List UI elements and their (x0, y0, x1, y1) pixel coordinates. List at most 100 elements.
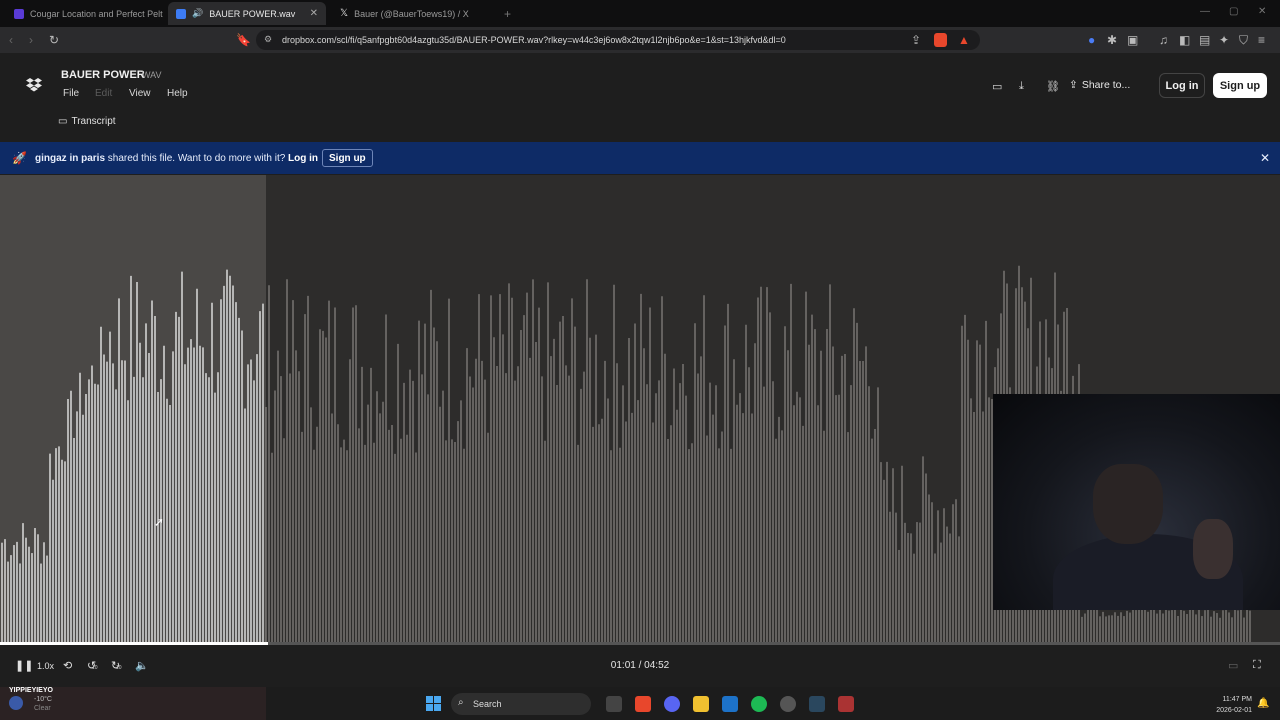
webcam-person-head (1093, 464, 1163, 544)
menu-view[interactable]: View (129, 88, 151, 99)
vpn-icon[interactable]: ⛉ (1239, 32, 1248, 48)
close-window-icon[interactable]: ✕ (1258, 6, 1266, 17)
total-time: 04:52 (644, 660, 670, 671)
playback-speed-button[interactable]: 1.0x (37, 661, 54, 671)
share-label: Share to... (1081, 79, 1131, 91)
extensions-puzzle-icon[interactable]: ✱ (1107, 32, 1117, 48)
clock-date: 2026-02-01 (1216, 707, 1252, 714)
leo-ai-icon[interactable]: ✦ (1219, 32, 1229, 48)
webcam-overlay (993, 394, 1280, 610)
pause-button-icon[interactable]: ❚❚ (15, 659, 33, 672)
menu-icon[interactable]: ≡ (1258, 32, 1265, 48)
shared-file-banner: 🚀 gingaz in paris shared this file. Want… (0, 142, 1280, 174)
back-icon[interactable]: ‹ (9, 32, 13, 48)
comment-icon[interactable]: ▭ (992, 80, 1002, 93)
file-title: BAUER POWER (61, 69, 145, 81)
banner-message: gingaz in paris shared this file. Want t… (35, 153, 285, 164)
tab-title: Bauer (@BauerToews19) / X (354, 8, 469, 19)
volume-icon[interactable]: 🔈 (135, 659, 149, 672)
discord-icon[interactable] (664, 696, 680, 712)
fullscreen-icon[interactable]: ⛶ (1253, 659, 1261, 672)
close-banner-icon[interactable]: ✕ (1260, 151, 1270, 165)
app-icon[interactable] (780, 696, 796, 712)
site-favicon-icon (14, 8, 24, 19)
banner-text: shared this file. Want to do more with i… (105, 153, 286, 164)
brave-browser-icon[interactable] (635, 696, 651, 712)
extension-icon[interactable]: ● (1088, 32, 1095, 48)
playback-time: 01:01 / 04:52 (610, 660, 670, 671)
banner-login-link[interactable]: Log in (285, 149, 321, 167)
tab-title: Cougar Location and Perfect Pelt Hu (30, 8, 164, 19)
dropbox-favicon-icon (176, 8, 186, 19)
transcript-label: Transcript (71, 116, 116, 127)
transcript-button[interactable]: ▭ Transcript (58, 116, 116, 127)
tab-title: BAUER POWER.wav (209, 8, 296, 19)
current-time: 01:01 (610, 660, 636, 671)
copy-link-icon[interactable]: ⛓ (1046, 80, 1060, 93)
share-button[interactable]: ⇪ Share to... (1069, 79, 1130, 91)
taskbar-search-box[interactable]: ⌕ Search (451, 693, 591, 715)
notification-icon[interactable]: 🔔 (1257, 698, 1269, 709)
close-tab-icon[interactable]: ✕ (310, 8, 318, 19)
new-tab-button[interactable]: + (496, 2, 516, 25)
mail-icon[interactable] (722, 696, 738, 712)
weather-temp: -10°C (34, 696, 52, 703)
forward-icon[interactable]: › (29, 32, 33, 48)
task-view-icon[interactable] (606, 696, 622, 712)
share-page-icon[interactable]: ⇪ (911, 32, 921, 48)
rocket-icon: 🚀 (12, 151, 27, 165)
menu-help[interactable]: Help (167, 88, 188, 99)
steam-icon[interactable] (809, 696, 825, 712)
browser-tab-strip: Cougar Location and Perfect Pelt Hu 🔊 BA… (0, 0, 1280, 27)
brave-shields-icon[interactable] (934, 33, 947, 47)
skip-back-seconds: 10 (92, 665, 98, 671)
media-control-icon[interactable]: ♫ (1159, 32, 1168, 48)
windows-taskbar: YIPPIEYIEYO -10°C Clear ⌕ Search 11:47 P… (0, 687, 1280, 720)
tab-bauer-power[interactable]: 🔊 BAUER POWER.wav ✕ (168, 2, 326, 25)
sidebar-icon[interactable]: ◧ (1179, 32, 1190, 48)
loop-icon[interactable]: ⟲ (63, 659, 72, 672)
sharer-name: gingaz in paris (35, 153, 106, 164)
skip-forward-seconds: 10 (116, 665, 122, 671)
tab-cougar[interactable]: Cougar Location and Perfect Pelt Hu (6, 2, 164, 25)
search-icon: ⌕ (458, 697, 464, 708)
player-controls: ❚❚ 1.0x ⟲ ↺ 10 ↻ 10 🔈 01:01 / 04:52 ▭ ⛶ (0, 645, 1280, 687)
weather-condition: Clear (34, 705, 51, 712)
dropbox-header: BAUER POWER WAV File Edit View Help ▭ Tr… (0, 53, 1280, 141)
bookmark-icon[interactable]: 🔖 (236, 32, 251, 48)
weather-title: YIPPIEYIEYO (9, 687, 53, 694)
file-explorer-icon[interactable] (693, 696, 709, 712)
system-clock[interactable]: 11:47 PM 2026-02-01 (1200, 694, 1252, 716)
windows-start-icon[interactable] (426, 696, 441, 711)
share-icon: ⇪ (1069, 79, 1078, 91)
signup-button[interactable]: Sign up (1213, 73, 1267, 98)
site-settings-icon[interactable]: ⚙ (264, 34, 272, 45)
captions-icon[interactable]: ▭ (1228, 659, 1238, 672)
x-logo-icon: 𝕏 (340, 8, 349, 19)
file-extension: WAV (142, 70, 162, 80)
address-bar[interactable]: ⚙ dropbox.com/scl/fi/q5anfpgbt60d4azgtu3… (256, 30, 980, 50)
dropbox-logo-icon[interactable] (26, 78, 42, 92)
tab-search-icon[interactable]: ▣ (1127, 32, 1138, 48)
brave-rewards-icon[interactable]: ▲ (958, 32, 970, 48)
url-text: dropbox.com/scl/fi/q5anfpgbt60d4azgtu35d… (282, 35, 786, 45)
weather-moon-icon (9, 696, 23, 710)
weather-widget[interactable]: YIPPIEYIEYO -10°C Clear (0, 687, 266, 720)
mouse-cursor-icon: ➚ (154, 515, 165, 529)
clock-time: 11:47 PM (1222, 696, 1252, 703)
spotify-icon[interactable] (751, 696, 767, 712)
download-icon[interactable]: ⤓ (1019, 80, 1024, 93)
maximize-icon[interactable]: ▢ (1229, 6, 1238, 17)
login-button[interactable]: Log in (1159, 73, 1205, 98)
transcript-icon: ▭ (58, 116, 68, 127)
minimize-icon[interactable]: — (1200, 6, 1210, 17)
tab-twitter[interactable]: 𝕏 Bauer (@BauerToews19) / X (332, 2, 492, 25)
game-icon[interactable] (838, 696, 854, 712)
search-placeholder: Search (473, 699, 502, 709)
wallet-icon[interactable]: ▤ (1199, 32, 1210, 48)
webcam-person-hand (1193, 519, 1233, 579)
reload-icon[interactable]: ↻ (49, 32, 59, 48)
menu-file[interactable]: File (63, 88, 79, 99)
browser-toolbar: ‹ › ↻ 🔖 ⚙ dropbox.com/scl/fi/q5anfpgbt60… (0, 27, 1280, 64)
banner-signup-button[interactable]: Sign up (322, 149, 373, 167)
